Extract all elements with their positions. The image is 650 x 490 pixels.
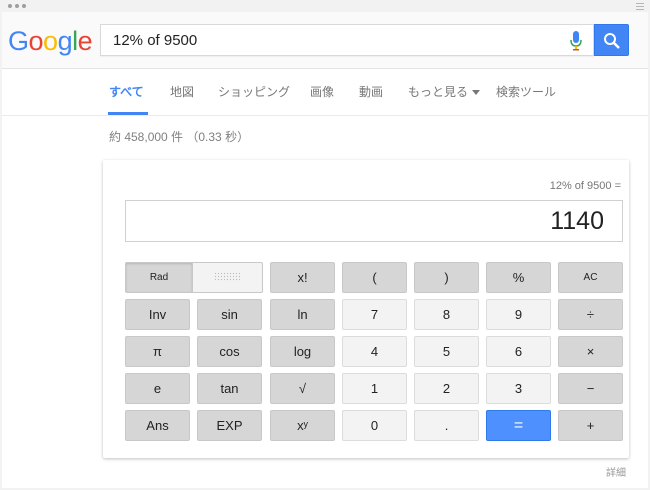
ans-key[interactable]: Ans xyxy=(125,410,190,441)
tan-key[interactable]: tan xyxy=(197,373,262,404)
window-chrome xyxy=(0,0,650,12)
tab-maps[interactable]: 地図 xyxy=(170,83,194,100)
google-logo[interactable]: Google xyxy=(8,26,93,56)
sqrt-key[interactable]: √ xyxy=(270,373,335,404)
microphone-icon[interactable] xyxy=(569,31,583,51)
inverse-key[interactable]: Inv xyxy=(125,299,190,330)
multiply-key[interactable]: × xyxy=(558,336,623,367)
open-paren-key[interactable]: ( xyxy=(342,262,407,293)
calculator-display: 1140 xyxy=(125,200,623,242)
plus-key[interactable]: + xyxy=(558,410,623,441)
calculator-expression: 12% of 9500 = xyxy=(549,180,621,192)
search-input[interactable] xyxy=(113,25,553,55)
digit-9-key[interactable]: 9 xyxy=(486,299,551,330)
ln-key[interactable]: ln xyxy=(270,299,335,330)
pi-key[interactable]: π xyxy=(125,336,190,367)
close-paren-key[interactable]: ) xyxy=(414,262,479,293)
logo-letter-g1: G xyxy=(8,26,29,56)
tab-more-label: もっと見る xyxy=(408,85,469,99)
digit-5-key[interactable]: 5 xyxy=(414,336,479,367)
tab-more[interactable]: もっと見る xyxy=(408,83,481,100)
decimal-key[interactable]: . xyxy=(414,410,479,441)
digit-4-key[interactable]: 4 xyxy=(342,336,407,367)
hamburger-menu-icon[interactable] xyxy=(636,3,644,10)
logo-letter-g2: g xyxy=(57,26,73,56)
digit-1-key[interactable]: 1 xyxy=(342,373,407,404)
logo-letter-e: e xyxy=(77,26,93,56)
tab-search-tools[interactable]: 検索ツール xyxy=(496,83,556,100)
angle-mode-toggle[interactable]: Rad xyxy=(125,262,263,293)
log-key[interactable]: log xyxy=(270,336,335,367)
tab-shopping[interactable]: ショッピング xyxy=(218,83,290,100)
euler-key[interactable]: e xyxy=(125,373,190,404)
cos-key[interactable]: cos xyxy=(197,336,262,367)
header: Google xyxy=(2,12,648,69)
result-stats: 約 458,000 件 （0.33 秒） xyxy=(109,130,250,144)
digit-2-key[interactable]: 2 xyxy=(414,373,479,404)
search-icon xyxy=(604,33,620,49)
percent-key[interactable]: % xyxy=(486,262,551,293)
sin-key[interactable]: sin xyxy=(197,299,262,330)
digit-0-key[interactable]: 0 xyxy=(342,410,407,441)
search-tabs: すべて 地図 ショッピング 画像 動画 もっと見る 検索ツール xyxy=(2,69,648,116)
divide-key[interactable]: ÷ xyxy=(558,299,623,330)
page: Google すべて 地図 ショッピング 画像 動画 もっと見る 検索ツール xyxy=(2,12,648,488)
digit-7-key[interactable]: 7 xyxy=(342,299,407,330)
digit-8-key[interactable]: 8 xyxy=(414,299,479,330)
factorial-key[interactable]: x! xyxy=(270,262,335,293)
all-clear-key[interactable]: AC xyxy=(558,262,623,293)
details-link[interactable]: 詳細 xyxy=(606,464,626,479)
exp-key[interactable]: EXP xyxy=(197,410,262,441)
search-box xyxy=(100,24,594,56)
caret-down-icon xyxy=(472,90,481,96)
logo-letter-o1: o xyxy=(28,26,44,56)
equals-key[interactable]: = xyxy=(486,410,551,441)
tab-all[interactable]: すべて xyxy=(109,83,144,100)
rad-button[interactable]: Rad xyxy=(126,263,193,292)
digit-3-key[interactable]: 3 xyxy=(486,373,551,404)
calculator-card: 12% of 9500 = 1140 Rad x! ( ) % AC Inv s… xyxy=(103,160,629,458)
power-key[interactable]: xʸ xyxy=(270,410,335,441)
window-dots-icon xyxy=(8,4,26,8)
digit-6-key[interactable]: 6 xyxy=(486,336,551,367)
tab-images[interactable]: 画像 xyxy=(310,83,334,100)
minus-key[interactable]: − xyxy=(558,373,623,404)
deg-button-dotted-icon[interactable] xyxy=(214,272,240,282)
calculator-result: 1140 xyxy=(550,207,604,235)
search-button[interactable] xyxy=(594,24,629,56)
logo-letter-o2: o xyxy=(43,26,58,56)
active-tab-indicator xyxy=(108,112,148,115)
tab-videos[interactable]: 動画 xyxy=(359,83,383,100)
